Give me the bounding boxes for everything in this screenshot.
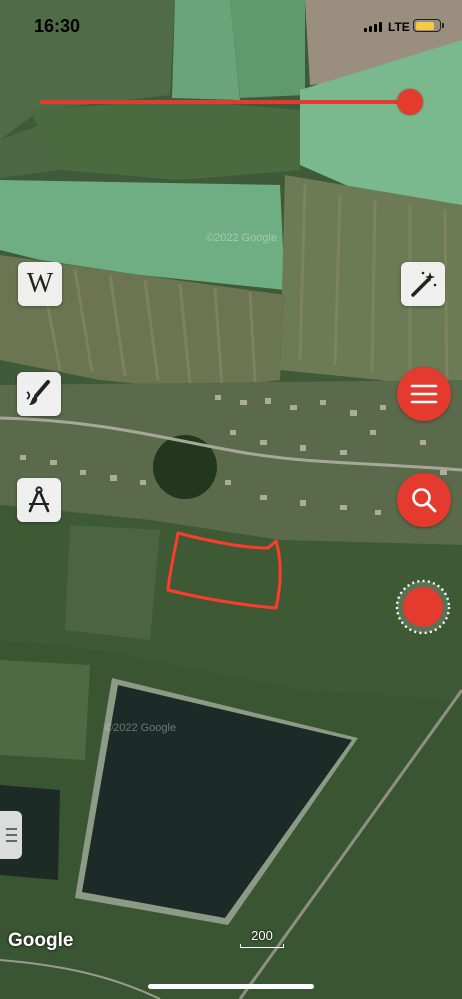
slider-knob[interactable] [397,89,423,115]
magic-wand-button[interactable] [401,262,445,306]
status-bar: 16:30 LTE [0,0,462,56]
drawer-handle-icon [5,828,17,830]
paintbrush-icon [26,380,50,405]
map-watermark: ©2022 Google [206,232,278,244]
wikipedia-icon: W [26,268,54,299]
signal-icon [364,22,382,32]
home-indicator[interactable] [148,984,314,989]
google-attribution: Google [8,930,74,951]
search-icon [412,488,437,513]
opacity-slider[interactable] [40,88,423,116]
satellite-map[interactable] [0,0,462,999]
record-button[interactable] [395,579,451,635]
record-icon [403,587,443,627]
draw-button[interactable] [17,372,61,416]
search-button[interactable] [397,473,451,527]
network-label: LTE [388,20,410,34]
wikipedia-button[interactable]: W [18,262,62,306]
drawer-handle[interactable] [0,811,22,859]
compass-icon [28,486,50,513]
map-watermark: ©2022 Google [105,722,177,734]
measure-button[interactable] [17,478,61,522]
menu-icon [410,384,438,404]
scale-label: 200 [251,928,273,943]
slider-track[interactable] [40,100,410,104]
battery-icon [413,19,444,32]
menu-button[interactable] [397,367,451,421]
magic-wand-icon [411,271,437,297]
clock: 16:30 [34,16,81,36]
scale-bar: 200 [238,928,286,950]
